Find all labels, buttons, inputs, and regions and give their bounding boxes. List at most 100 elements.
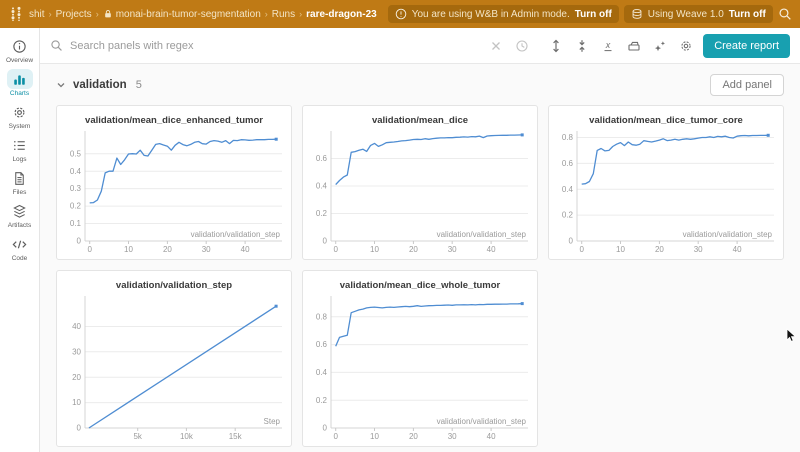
expand-panels-icon[interactable] xyxy=(549,39,563,53)
top-navbar: shit›Projects›monai-brain-tumor-segmenta… xyxy=(0,0,800,28)
settings-gear-icon[interactable] xyxy=(679,39,693,53)
svg-text:0.1: 0.1 xyxy=(70,219,82,228)
add-panel-button[interactable]: Add panel xyxy=(710,74,784,96)
svg-text:15k: 15k xyxy=(229,432,243,441)
svg-text:20: 20 xyxy=(409,245,418,254)
breadcrumb-item-shit[interactable]: shit xyxy=(29,9,45,20)
sidebar-item-files[interactable]: Files xyxy=(1,168,39,196)
svg-text:5k: 5k xyxy=(133,432,142,441)
weave-banner: Using Weave 1.0 Turn off xyxy=(624,5,773,23)
create-report-button[interactable]: Create report xyxy=(703,34,790,58)
search-input[interactable] xyxy=(70,40,479,52)
admin-turn-off-button[interactable]: Turn off xyxy=(575,9,612,20)
collapse-panels-icon[interactable] xyxy=(575,39,589,53)
svg-text:0: 0 xyxy=(569,237,574,246)
svg-text:40: 40 xyxy=(733,245,742,254)
clear-search-icon[interactable] xyxy=(489,39,503,53)
svg-text:30: 30 xyxy=(448,245,457,254)
sidebar-item-code[interactable]: Code xyxy=(1,234,39,262)
svg-text:10: 10 xyxy=(370,432,379,441)
chart-panel-5[interactable]: validation/mean_dice_whole_tumor00.20.40… xyxy=(302,270,538,447)
svg-text:0: 0 xyxy=(87,245,92,254)
section-title[interactable]: validation xyxy=(73,79,127,91)
sidebar-item-artifacts[interactable]: Artifacts xyxy=(1,201,39,229)
breadcrumb-item-Runs[interactable]: Runs xyxy=(272,9,295,20)
svg-text:30: 30 xyxy=(448,432,457,441)
run-sidebar: Overview Charts System Logs Files Artifacts Co… xyxy=(0,28,40,452)
weave-banner-text: Using Weave 1.0 xyxy=(648,9,724,20)
x-axis-icon[interactable]: x xyxy=(601,39,615,53)
svg-text:40: 40 xyxy=(72,322,81,331)
svg-text:0.2: 0.2 xyxy=(316,396,328,405)
gear-icon xyxy=(7,102,33,122)
svg-text:validation/validation_step: validation/validation_step xyxy=(437,417,527,426)
sidebar-item-label: Logs xyxy=(12,156,26,163)
code-icon xyxy=(7,234,33,254)
chart-title: validation/mean_dice_enhanced_tumor xyxy=(57,106,291,126)
panel-settings-icon[interactable] xyxy=(627,39,641,53)
chart-plot: 0102030405k10k15kStep xyxy=(57,291,291,447)
breadcrumb-item-Projects[interactable]: Projects xyxy=(56,9,92,20)
svg-text:20: 20 xyxy=(163,245,172,254)
weave-turn-off-button[interactable]: Turn off xyxy=(729,9,766,20)
svg-text:40: 40 xyxy=(487,432,496,441)
svg-text:0: 0 xyxy=(333,432,338,441)
breadcrumb-item-monai-brain-tumor-segmentation[interactable]: monai-brain-tumor-segmentation xyxy=(103,9,261,20)
svg-text:0: 0 xyxy=(333,245,338,254)
svg-text:0.6: 0.6 xyxy=(316,340,328,349)
search-icon xyxy=(50,39,63,52)
panel-grid: validation/mean_dice_enhanced_tumor 0 0.1 0… xyxy=(56,105,784,447)
sidebar-item-label: Files xyxy=(13,189,27,196)
sidebar-item-system[interactable]: System xyxy=(1,102,39,130)
svg-text:0: 0 xyxy=(579,245,584,254)
chart-title: validation/mean_dice_whole_tumor xyxy=(303,271,537,291)
breadcrumb-item-rare-dragon-23[interactable]: rare-dragon-23 xyxy=(306,9,377,20)
chart-panel-2[interactable]: validation/mean_dice00.20.40.6010203040v… xyxy=(302,105,538,260)
svg-text:20: 20 xyxy=(409,432,418,441)
files-icon xyxy=(7,168,33,188)
global-search-icon[interactable] xyxy=(778,7,792,21)
toolbar-icons: x xyxy=(489,39,693,53)
sidebar-item-label: Code xyxy=(12,255,28,262)
svg-text:10k: 10k xyxy=(180,432,194,441)
chart-panel-1[interactable]: validation/mean_dice_enhanced_tumor 0 0.1 0… xyxy=(56,105,292,260)
wandb-logo-icon[interactable] xyxy=(8,6,24,22)
sidebar-item-label: Charts xyxy=(10,90,29,97)
svg-text:0.8: 0.8 xyxy=(562,133,574,142)
workspace-content: validation 5 Add panel validation/mean_d… xyxy=(40,64,800,452)
svg-text:0: 0 xyxy=(323,237,328,246)
svg-text:0.6: 0.6 xyxy=(562,159,574,168)
svg-text:validation/validation_step: validation/validation_step xyxy=(437,230,527,239)
sparkle-icon[interactable] xyxy=(653,39,667,53)
svg-text:0.8: 0.8 xyxy=(316,312,328,321)
svg-text:0.4: 0.4 xyxy=(70,167,82,176)
chart-panel-3[interactable]: validation/mean_dice_tumor_core00.20.40.… xyxy=(548,105,784,260)
chevron-down-icon[interactable] xyxy=(56,80,66,90)
section-panel-count: 5 xyxy=(136,79,142,91)
chart-plot: 00.10.20.30.40.5010203040validation/vali… xyxy=(57,126,291,260)
sidebar-item-charts[interactable]: Charts xyxy=(1,69,39,97)
info-icon xyxy=(7,36,33,56)
breadcrumb-separator: › xyxy=(96,9,99,19)
svg-text:30: 30 xyxy=(72,347,81,356)
svg-text:0.6: 0.6 xyxy=(316,154,328,163)
sidebar-item-label: Artifacts xyxy=(8,222,31,229)
svg-text:0.3: 0.3 xyxy=(70,184,82,193)
chart-panel-4[interactable]: validation/validation_step0102030405k10k… xyxy=(56,270,292,447)
lock-icon xyxy=(103,9,113,19)
sidebar-item-overview[interactable]: Overview xyxy=(1,36,39,64)
charts-icon xyxy=(7,69,33,89)
svg-text:20: 20 xyxy=(72,373,81,382)
breadcrumb: shit›Projects›monai-brain-tumor-segmenta… xyxy=(29,9,377,20)
history-icon[interactable] xyxy=(515,39,529,53)
svg-text:validation/validation_step: validation/validation_step xyxy=(683,230,773,239)
svg-text:0.5: 0.5 xyxy=(70,149,82,158)
chart-plot: 00.20.40.6010203040validation/validation… xyxy=(303,126,537,260)
svg-text:0.4: 0.4 xyxy=(316,182,328,191)
svg-text:0: 0 xyxy=(323,424,328,433)
svg-text:0.2: 0.2 xyxy=(562,211,574,220)
svg-text:0: 0 xyxy=(77,424,82,433)
svg-text:30: 30 xyxy=(694,245,703,254)
sidebar-item-logs[interactable]: Logs xyxy=(1,135,39,163)
chart-plot: 00.20.40.60.8010203040validation/validat… xyxy=(303,291,537,447)
